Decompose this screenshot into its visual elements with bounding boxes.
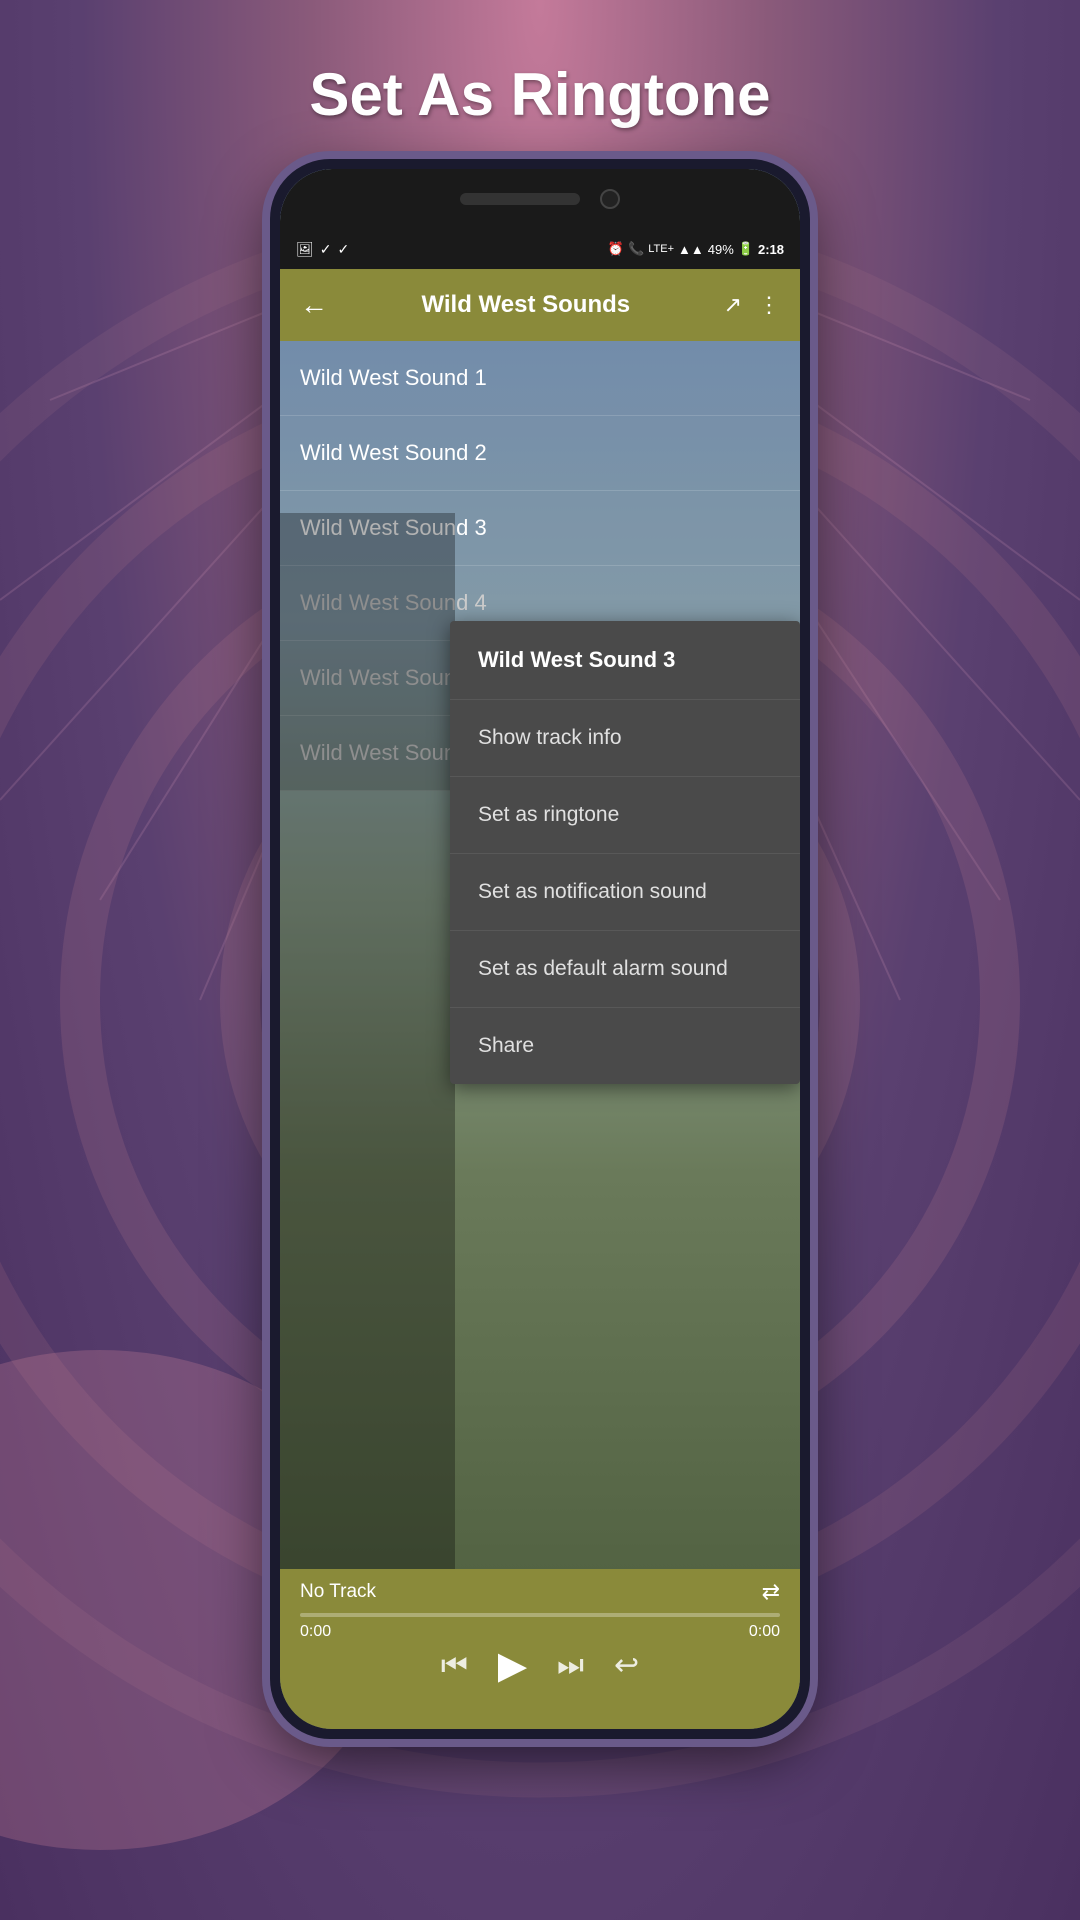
context-menu-item-track-info[interactable]: Show track info (450, 700, 800, 777)
toolbar-actions: ↗ ⋮ (724, 292, 780, 318)
app-toolbar: ← Wild West Sounds ↗ ⋮ (280, 269, 800, 341)
no-track-label: No Track (300, 1581, 376, 1603)
check-icon-2: ✓ (338, 241, 350, 258)
phone-screen: 🖼 ✓ ✓ ⏰ 📞 LTE+ ▲▲ 49% 🔋 2:18 ← Wild West… (280, 169, 800, 1729)
context-menu-item-ringtone[interactable]: Set as ringtone (450, 777, 800, 854)
player-track-info: No Track ⇄ (280, 1569, 800, 1609)
battery-icon: 🔋 (738, 241, 754, 257)
next-button[interactable]: ⏭ (557, 1649, 584, 1683)
context-menu-item-share[interactable]: Share (450, 1008, 800, 1084)
play-button[interactable]: ▶ (498, 1643, 527, 1688)
signal-icon: ▲▲ (678, 242, 704, 257)
toolbar-title: Wild West Sounds (344, 291, 708, 319)
check-icon-1: ✓ (320, 241, 332, 258)
page-title: Set As Ringtone (309, 60, 770, 129)
back-button[interactable]: ← (300, 289, 328, 321)
content-area: Wild West Sound 1 Wild West Sound 2 Wild… (280, 341, 800, 1729)
phone-frame: 🖼 ✓ ✓ ⏰ 📞 LTE+ ▲▲ 49% 🔋 2:18 ← Wild West… (270, 159, 810, 1739)
alarm-icon: ⏰ (608, 241, 624, 257)
call-icon: 📞 (628, 241, 644, 257)
shuffle-icon[interactable]: ⇄ (762, 1579, 780, 1605)
status-bar-right: ⏰ 📞 LTE+ ▲▲ 49% 🔋 2:18 (608, 241, 784, 257)
context-menu-item-notification[interactable]: Set as notification sound (450, 854, 800, 931)
context-menu-title: Wild West Sound 3 (450, 621, 800, 700)
list-item[interactable]: Wild West Sound 2 (280, 416, 800, 491)
status-bar: 🖼 ✓ ✓ ⏰ 📞 LTE+ ▲▲ 49% 🔋 2:18 (280, 229, 800, 269)
more-button[interactable]: ⋮ (758, 292, 780, 318)
front-camera (600, 189, 620, 209)
image-status-icon: 🖼 (296, 241, 314, 258)
context-menu-item-alarm[interactable]: Set as default alarm sound (450, 931, 800, 1008)
prev-button[interactable]: ⏮ (441, 1649, 468, 1683)
notch (280, 169, 800, 229)
player-controls: ⏮ ▶ ⏭ ↩ (280, 1643, 800, 1688)
repeat-button[interactable]: ↩ (614, 1648, 639, 1683)
battery-label: 49% (708, 242, 734, 257)
bottom-player: No Track ⇄ 0:00 0:00 ⏮ ▶ ⏭ ↩ (280, 1569, 800, 1729)
time-start: 0:00 (300, 1623, 331, 1641)
status-bar-left: 🖼 ✓ ✓ (296, 241, 349, 258)
speaker (460, 193, 580, 205)
clock-label: 2:18 (758, 242, 784, 257)
progress-bar[interactable] (300, 1613, 780, 1617)
time-end: 0:00 (749, 1623, 780, 1641)
share-button[interactable]: ↗ (724, 292, 742, 318)
player-time: 0:00 0:00 (280, 1621, 800, 1643)
context-menu: Wild West Sound 3 Show track info Set as… (450, 621, 800, 1084)
dim-overlay (280, 513, 455, 1569)
list-item[interactable]: Wild West Sound 1 (280, 341, 800, 416)
lte-label: LTE+ (648, 243, 674, 255)
